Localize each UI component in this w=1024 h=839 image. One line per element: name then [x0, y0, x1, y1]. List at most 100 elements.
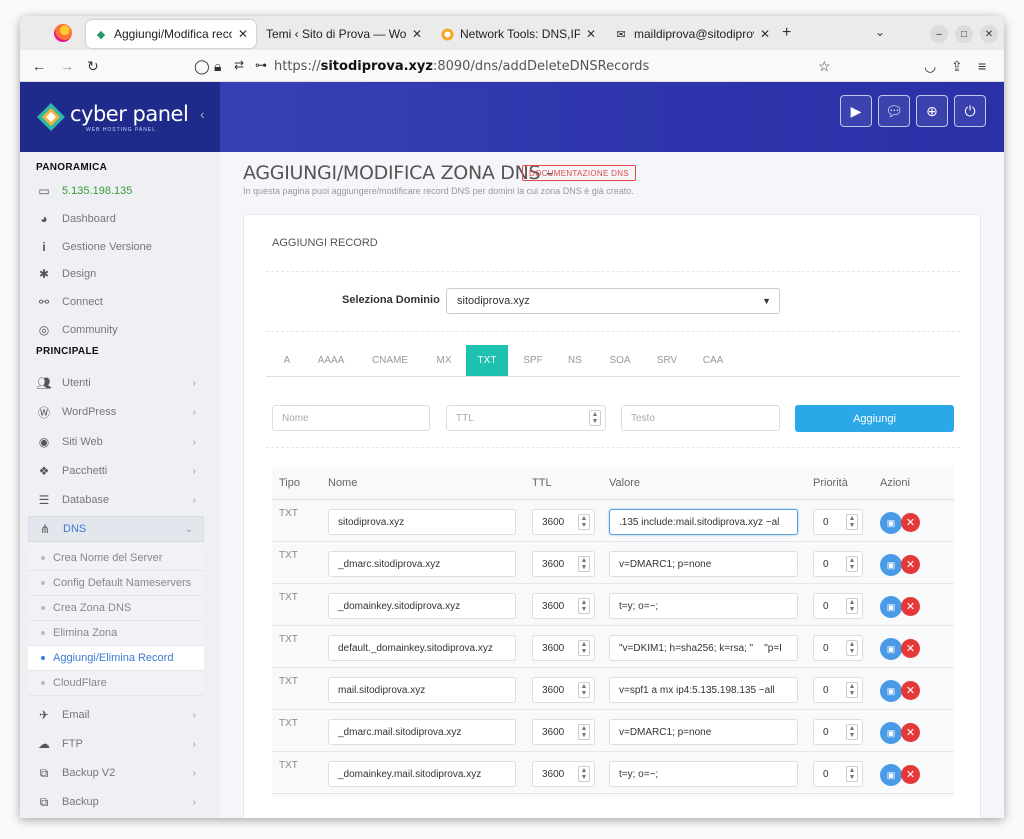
record-priority-field[interactable]: 0 ▲ ▼ — [813, 551, 863, 577]
stepper-icon[interactable]: ▲ ▼ — [578, 682, 590, 698]
delete-icon[interactable]: ✕ — [901, 723, 920, 742]
pocket-icon[interactable]: ◡ — [924, 58, 936, 75]
back-icon[interactable]: ← — [32, 58, 46, 74]
delete-icon[interactable]: ✕ — [901, 513, 920, 532]
record-ttl-field[interactable]: 3600 ▲ ▼ — [532, 551, 595, 577]
tab-spf[interactable]: SPF — [516, 345, 550, 376]
record-value-field[interactable]: t=y; o=~; — [609, 593, 798, 619]
add-record-button[interactable]: Aggiungi — [795, 405, 954, 432]
sidebar-item-email[interactable]: ✈ Email › — [36, 704, 206, 726]
chat-icon[interactable]: 💬︎ — [878, 95, 910, 127]
close-icon[interactable]: ✕ — [238, 27, 248, 41]
documentation-link[interactable]: DOCUMENTAZIONE DNS — [522, 165, 636, 181]
tab-network-tools[interactable]: Network Tools: DNS,IP,Em ✕ — [432, 20, 604, 48]
sidebar-item-wordpress[interactable]: Ⓦ WordPress › — [36, 401, 206, 423]
delete-icon[interactable]: ✕ — [901, 597, 920, 616]
stepper-icon[interactable]: ▲ ▼ — [846, 682, 858, 698]
record-ttl-field[interactable]: 3600 ▲ ▼ — [532, 761, 595, 787]
record-priority-field[interactable]: 0 ▲ ▼ — [813, 677, 863, 703]
stepper-icon[interactable]: ▲ ▼ — [578, 556, 590, 572]
sidebar-item-design[interactable]: ✱ Design — [36, 263, 206, 285]
key-icon[interactable]: ⊶ — [255, 58, 267, 72]
record-name-field[interactable]: sitodiprova.xyz — [328, 509, 516, 535]
tab-mail[interactable]: ✉ maildiprova@sitodiprova ✕ — [606, 20, 778, 48]
close-window-icon[interactable]: ✕ — [980, 25, 998, 43]
tab-dns-records[interactable]: ◆ Aggiungi/Modifica record ✕ — [86, 20, 256, 48]
record-ttl-field[interactable]: 3600 ▲ ▼ — [532, 509, 595, 535]
permissions-icon[interactable]: ⇄ — [234, 58, 244, 72]
sidebar-item-backup[interactable]: ⧉ Backup › — [36, 791, 206, 813]
tab-soa[interactable]: SOA — [600, 345, 640, 376]
save-icon[interactable]: ▣ — [880, 512, 902, 534]
stepper-icon[interactable]: ▲ ▼ — [578, 640, 590, 656]
youtube-icon[interactable]: ▶ — [840, 95, 872, 127]
sidebar-item-pacchetti[interactable]: ❖ Pacchetti › — [36, 460, 206, 482]
record-name-field[interactable]: _domainkey.sitodiprova.xyz — [328, 593, 516, 619]
save-icon[interactable]: ▣ — [880, 596, 902, 618]
shield-icon[interactable]: ◯ — [194, 58, 210, 75]
tab-srv[interactable]: SRV — [648, 345, 686, 376]
tab-a[interactable]: A — [266, 345, 308, 376]
lock-icon[interactable]: 🔒︎ — [214, 58, 221, 75]
text-input[interactable]: Testo — [621, 405, 780, 431]
list-tabs-icon[interactable]: ⌄ — [875, 25, 885, 39]
stepper-icon[interactable]: ▲ ▼ — [846, 598, 858, 614]
record-ttl-field[interactable]: 3600 ▲ ▼ — [532, 593, 595, 619]
new-tab-button[interactable]: + — [782, 24, 791, 42]
record-priority-field[interactable]: 0 ▲ ▼ — [813, 509, 863, 535]
record-priority-field[interactable]: 0 ▲ ▼ — [813, 719, 863, 745]
record-priority-field[interactable]: 0 ▲ ▼ — [813, 593, 863, 619]
record-priority-field[interactable]: 0 ▲ ▼ — [813, 635, 863, 661]
sidebar-item-siti-web[interactable]: ◉ Siti Web › — [36, 431, 206, 453]
firefox-view-icon[interactable] — [54, 24, 72, 42]
sidebar-item-backup-v2[interactable]: ⧉ Backup V2 › — [36, 762, 206, 784]
menu-icon[interactable]: ≡ — [978, 58, 986, 74]
minimize-icon[interactable]: – — [930, 25, 948, 43]
sidebar-item-database[interactable]: ☰ Database › — [36, 489, 206, 511]
record-value-field[interactable]: "v=DKIM1; h=sha256; k=rsa; " "p=I — [609, 635, 798, 661]
stepper-icon[interactable]: ▲ ▼ — [846, 640, 858, 656]
dns-sub-aggiungi-record[interactable]: Aggiungi/Elimina Record — [28, 646, 204, 671]
forward-icon[interactable]: → — [60, 58, 74, 74]
sidebar-item-ftp[interactable]: ☁ FTP › — [36, 733, 206, 755]
delete-icon[interactable]: ✕ — [901, 681, 920, 700]
stepper-icon[interactable]: ▲ ▼ — [578, 514, 590, 530]
sidebar-item-versione[interactable]: i Gestione Versione — [36, 236, 206, 258]
sidebar-item-utenti[interactable]: 👥︎ Utenti › — [36, 372, 206, 394]
sidebar-item-community[interactable]: ◎ Community — [36, 319, 206, 341]
tab-wordpress[interactable]: Temi ‹ Sito di Prova — WordP ✕ — [258, 20, 430, 48]
stepper-icon[interactable]: ▲ ▼ — [578, 598, 590, 614]
record-value-field[interactable]: .135 include:mail.sitodiprova.xyz ~al — [609, 509, 798, 535]
stepper-icon[interactable]: ▲ ▼ — [589, 410, 601, 426]
record-name-field[interactable]: _dmarc.sitodiprova.xyz — [328, 551, 516, 577]
delete-icon[interactable]: ✕ — [901, 765, 920, 784]
record-value-field[interactable]: v=DMARC1; p=none — [609, 719, 798, 745]
sidebar-item-connect[interactable]: ⚯ Connect — [36, 291, 206, 313]
record-value-field[interactable]: v=spf1 a mx ip4:5.135.198.135 ~all — [609, 677, 798, 703]
ttl-input[interactable]: TTL ▲ ▼ — [446, 405, 606, 431]
tab-caa[interactable]: CAA — [694, 345, 732, 376]
sidebar-item-dashboard[interactable]: ◕ Dashboard — [36, 208, 206, 230]
record-ttl-field[interactable]: 3600 ▲ ▼ — [532, 719, 595, 745]
record-ttl-field[interactable]: 3600 ▲ ▼ — [532, 635, 595, 661]
tab-ns[interactable]: NS — [560, 345, 590, 376]
reload-icon[interactable]: ↻ — [87, 58, 99, 75]
stepper-icon[interactable]: ▲ ▼ — [578, 724, 590, 740]
save-icon[interactable]: ▣ — [880, 680, 902, 702]
name-input[interactable]: Nome — [272, 405, 430, 431]
stepper-icon[interactable]: ▲ ▼ — [846, 724, 858, 740]
close-icon[interactable]: ✕ — [586, 27, 596, 41]
dns-sub-config-nameservers[interactable]: Config Default Nameservers — [28, 571, 204, 596]
tab-aaaa[interactable]: AAAA — [310, 345, 352, 376]
delete-icon[interactable]: ✕ — [901, 555, 920, 574]
record-name-field[interactable]: mail.sitodiprova.xyz — [328, 677, 516, 703]
stepper-icon[interactable]: ▲ ▼ — [578, 766, 590, 782]
dns-sub-elimina-zona[interactable]: Elimina Zona — [28, 621, 204, 646]
save-icon[interactable]: ▣ — [880, 638, 902, 660]
record-name-field[interactable]: _dmarc.mail.sitodiprova.xyz — [328, 719, 516, 745]
save-icon[interactable]: ▣ — [880, 764, 902, 786]
stepper-icon[interactable]: ▲ ▼ — [846, 766, 858, 782]
stepper-icon[interactable]: ▲ ▼ — [846, 514, 858, 530]
domain-select[interactable]: sitodiprova.xyz ▼ — [446, 288, 780, 314]
share-icon[interactable]: ⇪ — [951, 58, 963, 75]
